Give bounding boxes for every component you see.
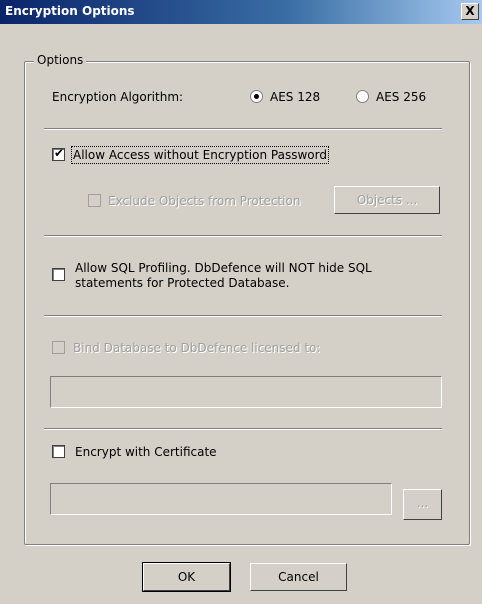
close-icon: X <box>465 4 475 18</box>
certificate-field[interactable] <box>50 483 392 515</box>
bind-database-checkbox[interactable] <box>52 341 65 354</box>
encrypt-certificate-checkbox[interactable] <box>52 445 65 458</box>
licensed-to-field[interactable] <box>50 376 442 408</box>
bind-database-label[interactable]: Bind Database to DbDefence licensed to: <box>73 341 320 355</box>
check-icon: ✔ <box>54 146 65 160</box>
sql-profiling-label-line2[interactable]: statements for Protected Database. <box>75 276 289 290</box>
radio-selected-dot <box>254 94 259 99</box>
options-group <box>24 61 470 545</box>
options-group-title: Options <box>34 53 87 67</box>
allow-access-label[interactable]: Allow Access without Encryption Password <box>71 146 329 164</box>
aes128-radio[interactable] <box>250 90 263 103</box>
encryption-options-dialog: Encryption Options X Options Encryption … <box>0 0 482 604</box>
separator <box>44 428 442 430</box>
aes256-radio[interactable] <box>356 90 369 103</box>
aes128-label[interactable]: AES 128 <box>270 90 320 104</box>
objects-button[interactable]: Objects ... <box>334 186 440 214</box>
allow-access-checkbox[interactable]: ✔ <box>52 146 65 161</box>
cancel-button[interactable]: Cancel <box>250 563 347 591</box>
separator <box>44 315 442 317</box>
exclude-objects-checkbox[interactable] <box>88 194 101 207</box>
title-bar: Encryption Options X <box>0 0 482 24</box>
exclude-objects-label[interactable]: Exclude Objects from Protection <box>108 194 300 208</box>
encrypt-certificate-label[interactable]: Encrypt with Certificate <box>75 445 217 459</box>
aes256-label[interactable]: AES 256 <box>376 90 426 104</box>
sql-profiling-label-line1[interactable]: Allow SQL Profiling. DbDefence will NOT … <box>75 261 372 275</box>
encryption-algorithm-label: Encryption Algorithm: <box>52 90 184 104</box>
ok-button[interactable]: OK <box>142 562 231 592</box>
separator <box>44 128 442 130</box>
separator <box>44 235 442 237</box>
dialog-title: Encryption Options <box>5 4 135 18</box>
browse-certificate-button[interactable]: ... <box>403 489 442 520</box>
close-button[interactable]: X <box>461 3 479 20</box>
sql-profiling-checkbox[interactable] <box>52 268 65 281</box>
